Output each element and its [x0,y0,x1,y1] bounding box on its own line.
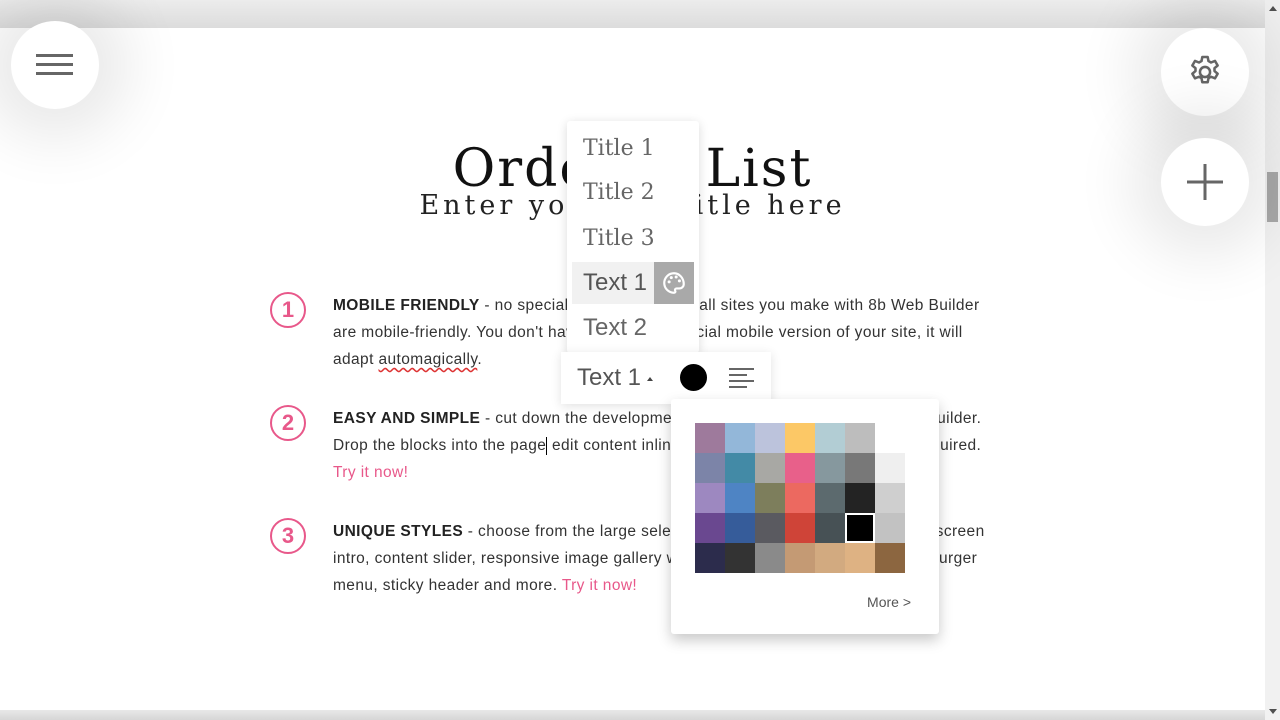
settings-button[interactable] [1161,28,1249,116]
hamburger-icon [36,54,73,75]
style-select[interactable]: Text 1 [577,364,654,392]
color-swatch[interactable] [695,453,725,483]
color-swatch[interactable] [725,513,755,543]
palette-icon [663,272,685,294]
style-option-text-1[interactable]: Text 1 [572,262,694,304]
color-swatch[interactable] [755,513,785,543]
style-select-label: Text 1 [577,364,642,391]
color-swatch[interactable] [875,543,905,573]
color-swatch[interactable] [815,513,845,543]
color-swatch[interactable] [785,543,815,573]
try-it-now-link[interactable]: Try it now! [562,577,637,594]
top-bar [0,0,1265,28]
item-heading: EASY AND SIMPLE [333,410,481,427]
scroll-down-arrow-icon[interactable] [1269,709,1277,714]
align-left-icon [729,368,754,388]
text-style-dropdown: Title 1 Title 2 Title 3 Text 1 Text 2 [567,121,699,353]
more-colors-link[interactable]: More > [867,594,911,610]
color-swatch-grid [695,423,905,573]
color-swatch[interactable] [725,453,755,483]
color-swatch[interactable] [695,543,725,573]
color-swatch[interactable] [695,483,725,513]
color-swatch[interactable] [785,513,815,543]
misspelled-word[interactable]: automagically [379,351,478,368]
color-swatch[interactable] [815,453,845,483]
color-swatch[interactable] [725,483,755,513]
color-swatch[interactable] [755,453,785,483]
color-swatch[interactable] [755,543,785,573]
color-swatch[interactable] [755,423,785,453]
color-swatch[interactable] [785,453,815,483]
gear-icon [1191,55,1219,84]
number-badge: 1 [270,292,306,328]
item-body-end: . [477,351,483,368]
color-picker-popup: More > [671,399,939,634]
scroll-thumb[interactable] [1267,172,1278,222]
color-swatch[interactable] [695,423,725,453]
style-option-label: Text 1 [583,269,648,296]
color-swatch[interactable] [845,423,875,453]
item-heading: MOBILE FRIENDLY [333,297,480,314]
style-option-title-2[interactable]: Title 2 [572,171,694,213]
color-swatch[interactable] [815,483,845,513]
color-swatch[interactable] [695,513,725,543]
number-badge: 2 [270,405,306,441]
color-swatch[interactable] [785,483,815,513]
align-button[interactable] [729,366,755,393]
scroll-up-arrow-icon[interactable] [1269,6,1277,11]
color-swatch[interactable] [755,483,785,513]
color-swatch[interactable] [845,453,875,483]
color-swatch[interactable] [845,513,875,543]
color-swatch[interactable] [725,543,755,573]
number-badge: 3 [270,518,306,554]
color-swatch[interactable] [815,543,845,573]
text-color-button[interactable] [680,364,707,391]
item-heading: UNIQUE STYLES [333,523,464,540]
color-swatch[interactable] [815,423,845,453]
menu-button[interactable] [11,21,99,109]
edit-style-button[interactable] [654,262,694,304]
try-it-now-link[interactable]: Try it now! [333,464,408,481]
color-swatch[interactable] [845,543,875,573]
caret-up-icon [647,376,654,381]
color-swatch[interactable] [725,423,755,453]
style-option-text-2[interactable]: Text 2 [572,307,694,349]
color-swatch[interactable] [875,423,905,453]
color-swatch[interactable] [875,513,905,543]
vertical-scrollbar[interactable] [1265,0,1280,720]
color-swatch[interactable] [845,483,875,513]
text-toolbar: Text 1 [561,352,771,404]
color-swatch[interactable] [875,453,905,483]
style-option-title-3[interactable]: Title 3 [572,217,694,259]
color-swatch[interactable] [785,423,815,453]
color-swatch[interactable] [875,483,905,513]
bottom-bar [0,710,1265,720]
style-option-title-1[interactable]: Title 1 [572,127,694,169]
